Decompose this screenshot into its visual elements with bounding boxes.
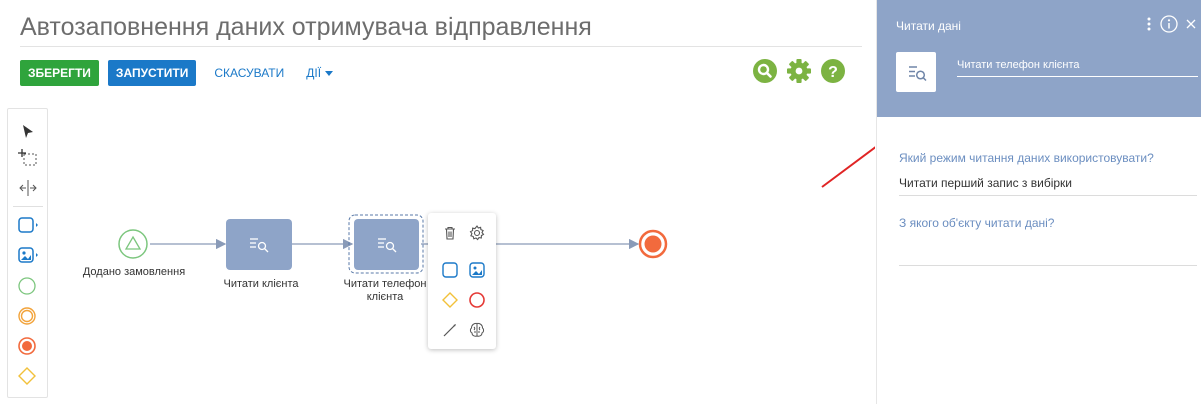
search-icon[interactable] — [752, 58, 778, 84]
chevron-down-icon — [325, 70, 334, 76]
brain-icon[interactable] — [467, 320, 487, 340]
task2-label-line2: клієнта — [366, 291, 404, 303]
element-context-menu — [428, 213, 496, 349]
close-icon[interactable] — [1183, 13, 1199, 35]
annotation-arrow — [821, 146, 875, 188]
page-title: Автозаповнення даних отримувача відправл… — [20, 10, 862, 47]
space-tool-icon[interactable] — [16, 177, 40, 199]
toolbar: ЗБЕРЕГТИ ЗАПУСТИТИ СКАСУВАТИ ДІЇ — [20, 59, 334, 87]
source-object-value[interactable] — [899, 247, 1197, 266]
start-event-icon[interactable] — [16, 275, 40, 297]
properties-panel: Читати дані Який режим читання даних вик… — [876, 0, 1201, 404]
start-event[interactable] — [118, 229, 148, 259]
subprocess-icon[interactable] — [16, 245, 40, 267]
end-event[interactable] — [638, 229, 668, 259]
element-palette — [7, 108, 48, 398]
gear-icon[interactable] — [786, 58, 812, 84]
intermediate-event-icon[interactable] — [16, 305, 40, 327]
read-data-icon — [896, 52, 936, 92]
read-data-task-phone[interactable] — [348, 214, 424, 274]
task1-label: Читати клієнта — [223, 278, 299, 290]
cancel-button[interactable]: СКАСУВАТИ — [214, 66, 284, 80]
subprocess-icon[interactable] — [467, 260, 487, 280]
task-icon[interactable] — [440, 260, 460, 280]
panel-header: Читати дані — [877, 0, 1201, 117]
designer-tools: ? — [752, 58, 846, 84]
lasso-tool-icon[interactable] — [16, 147, 40, 169]
end-event-icon[interactable] — [16, 335, 40, 357]
source-object-label: З якого об'єкту читати дані? — [899, 216, 1055, 230]
task-icon[interactable] — [16, 215, 40, 237]
panel-title: Читати дані — [896, 19, 961, 33]
more-options-icon[interactable] — [1144, 13, 1154, 35]
read-data-task-client[interactable] — [226, 219, 292, 270]
read-mode-label: Який режим читання даних використовувати… — [899, 151, 1154, 165]
element-name-input[interactable] — [957, 55, 1198, 77]
delete-icon[interactable] — [440, 223, 460, 243]
gateway-icon[interactable] — [440, 290, 460, 310]
task2-label-line1: Читати телефон — [343, 278, 427, 290]
gateway-icon[interactable] — [16, 365, 40, 387]
read-mode-value[interactable]: Читати перший запис з вибірки — [899, 176, 1197, 196]
end-event-icon[interactable] — [467, 290, 487, 310]
settings-icon[interactable] — [467, 223, 487, 243]
run-button[interactable]: ЗАПУСТИТИ — [107, 60, 197, 86]
info-icon[interactable] — [1158, 13, 1180, 35]
connection-icon[interactable] — [440, 320, 460, 340]
actions-label: ДІЇ — [306, 66, 322, 80]
save-button[interactable]: ЗБЕРЕГТИ — [20, 60, 99, 86]
actions-dropdown[interactable]: ДІЇ — [306, 66, 334, 80]
pointer-tool-icon[interactable] — [16, 121, 40, 143]
help-icon[interactable]: ? — [820, 58, 846, 84]
svg-text:?: ? — [828, 64, 838, 81]
start-event-label: Додано замовлення — [82, 266, 186, 278]
